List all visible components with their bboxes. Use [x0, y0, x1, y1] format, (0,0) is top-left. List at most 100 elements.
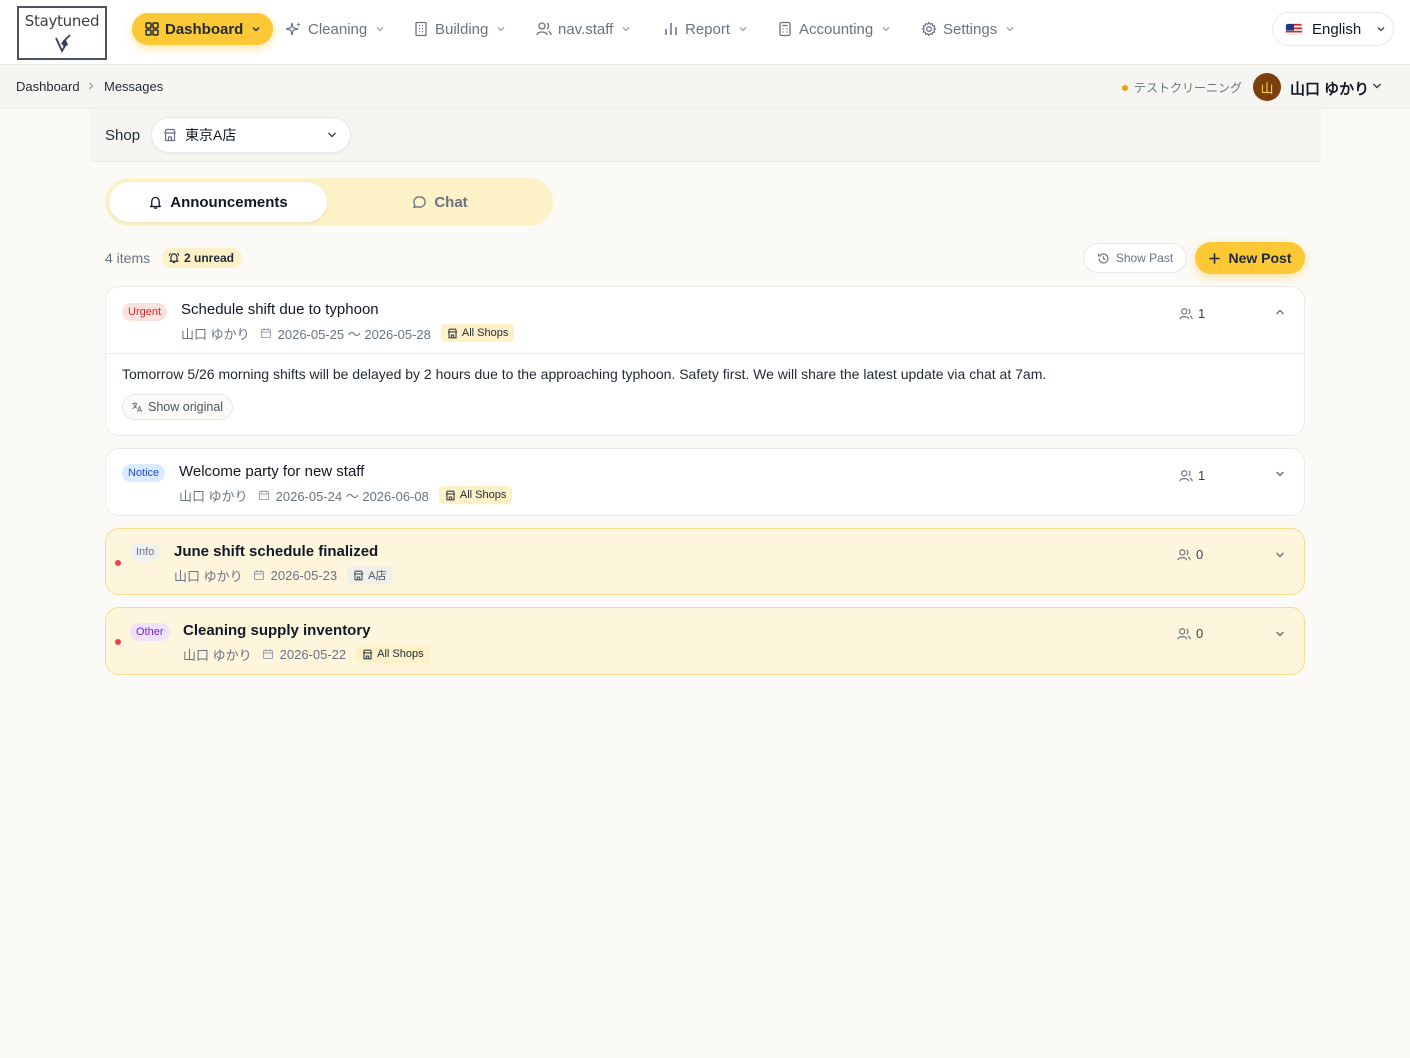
- announcement-card[interactable]: Other Cleaning supply inventory 山口 ゆかり 2…: [105, 607, 1305, 675]
- message-tabs: Announcements Chat: [105, 178, 553, 226]
- shop-tag: A店: [347, 566, 393, 584]
- organization-indicator: テストクリーニング: [1122, 79, 1242, 96]
- announcement-title: Schedule shift due to typhoon: [181, 301, 379, 318]
- unread-dot: [115, 639, 121, 645]
- nav-accounting[interactable]: Accounting: [767, 13, 901, 45]
- calendar-icon: [262, 649, 273, 660]
- bar-chart-icon: [665, 23, 677, 35]
- organization-name: テストクリーニング: [1134, 81, 1243, 95]
- show-original-button[interactable]: Show original: [122, 394, 234, 420]
- nav-building[interactable]: Building: [403, 13, 516, 45]
- shop-select[interactable]: 東京A店: [151, 117, 351, 153]
- shop-label: Shop: [105, 127, 141, 144]
- read-count-value: 0: [1196, 547, 1204, 562]
- staytuned-logo[interactable]: Staytuned: [17, 6, 107, 60]
- gear-icon: [921, 21, 937, 37]
- sparkles-icon: [286, 22, 301, 36]
- chevron-down-icon: [376, 27, 384, 32]
- announcement-meta: 山口 ゆかり 2026-05-24 〜 2026-06-08 All Shops: [179, 486, 513, 504]
- chevron-down-icon: [882, 27, 890, 32]
- nav-building-label: Building: [435, 20, 489, 38]
- chevron-down-icon[interactable]: [1274, 468, 1286, 480]
- announcement-meta: 山口 ゆかり 2026-05-23 A店: [174, 566, 393, 584]
- read-count-value: 1: [1198, 468, 1206, 483]
- shop-select-value: 東京A店: [185, 127, 237, 143]
- chevron-down-icon[interactable]: [1274, 549, 1286, 561]
- read-count: 1: [1179, 468, 1205, 483]
- chevron-right-icon: [89, 82, 94, 90]
- chevron-down-icon[interactable]: [1371, 80, 1383, 92]
- calculator-icon: [779, 21, 791, 37]
- nav-report[interactable]: Report: [653, 13, 758, 45]
- nav-cleaning-label: Cleaning: [308, 20, 368, 38]
- read-count: 0: [1177, 626, 1203, 641]
- nav-dashboard-label: Dashboard: [165, 20, 244, 38]
- avatar[interactable]: 山: [1253, 73, 1281, 101]
- chevron-down-icon: [1377, 27, 1385, 32]
- users-icon: [1179, 469, 1193, 481]
- bell-icon: [150, 196, 162, 209]
- calendar-icon: [253, 570, 264, 581]
- nav-dashboard[interactable]: Dashboard: [132, 13, 274, 45]
- nav-accounting-label: Accounting: [799, 20, 874, 38]
- date: 2026-05-23: [270, 567, 338, 583]
- language-label: English: [1312, 20, 1362, 38]
- unread-count: 2 unread: [184, 251, 235, 265]
- read-count: 1: [1179, 306, 1205, 321]
- store-icon: [353, 570, 364, 580]
- nav-staff[interactable]: nav.staff: [526, 13, 641, 45]
- shop-tag-label: All Shops: [461, 327, 509, 339]
- show-past-label: Show Past: [1115, 251, 1174, 265]
- chevron-down-icon[interactable]: [1274, 628, 1286, 640]
- users-icon: [1177, 627, 1191, 639]
- tab-announcements[interactable]: Announcements: [109, 182, 327, 222]
- language-selector[interactable]: English: [1272, 12, 1394, 46]
- nav-cleaning[interactable]: Cleaning: [276, 13, 395, 45]
- new-post-button[interactable]: New Post: [1195, 242, 1305, 274]
- users-icon: [536, 22, 552, 36]
- chevron-up-icon[interactable]: [1274, 306, 1286, 318]
- unread-dot: [115, 560, 121, 566]
- breadcrumb-dashboard[interactable]: Dashboard: [16, 79, 80, 94]
- nav-settings[interactable]: Settings: [911, 13, 1025, 45]
- announcement-card[interactable]: Info June shift schedule finalized 山口 ゆか…: [105, 528, 1305, 595]
- shop-tag-label: A店: [368, 570, 387, 582]
- user-name[interactable]: 山口 ゆかり: [1290, 78, 1369, 99]
- store-icon: [164, 128, 176, 142]
- tab-announcements-label: Announcements: [170, 193, 288, 211]
- author-name: 山口 ゆかり: [179, 488, 248, 504]
- calendar-icon: [260, 328, 271, 339]
- announcement-meta: 山口 ゆかり 2026-05-25 〜 2026-05-28 All Shops: [181, 324, 515, 342]
- breadcrumb-messages: Messages: [104, 79, 164, 94]
- announcement-text: Tomorrow 5/26 morning shifts will be del…: [122, 366, 1047, 382]
- shop-tag: All Shops: [440, 324, 515, 342]
- chat-bubble-icon: [413, 195, 427, 208]
- dashboard-grid-icon: [145, 22, 159, 36]
- bell-ring-icon: [168, 252, 180, 264]
- announcement-header[interactable]: Urgent Schedule shift due to typhoon 山口 …: [106, 287, 1304, 353]
- category-badge: Notice: [122, 464, 166, 482]
- announcement-title: Welcome party for new staff: [179, 463, 365, 480]
- plus-icon: [1209, 252, 1221, 264]
- nav-report-label: Report: [685, 20, 731, 38]
- users-icon: [1179, 307, 1193, 319]
- show-original-label: Show original: [148, 400, 224, 414]
- show-past-button[interactable]: Show Past: [1083, 243, 1187, 273]
- shop-tag-label: All Shops: [377, 648, 424, 660]
- tab-chat[interactable]: Chat: [331, 182, 549, 222]
- read-count: 0: [1177, 547, 1203, 562]
- announcement-card: Urgent Schedule shift due to typhoon 山口 …: [105, 286, 1305, 436]
- chevron-down-icon: [252, 27, 260, 32]
- author-name: 山口 ゆかり: [181, 326, 250, 342]
- shop-tag: All Shops: [438, 486, 513, 504]
- items-count: 4 items: [105, 250, 151, 266]
- category-badge: Info: [130, 543, 161, 561]
- building-icon: [415, 21, 427, 37]
- date: 2026-05-22: [279, 646, 347, 662]
- date-range: 2026-05-25 〜 2026-05-28: [277, 326, 431, 342]
- category-badge: Urgent: [122, 303, 168, 321]
- store-icon: [447, 328, 458, 338]
- shop-tag: All Shops: [356, 645, 430, 663]
- announcement-card[interactable]: Notice Welcome party for new staff 山口 ゆか…: [105, 448, 1305, 516]
- status-dot: [1122, 84, 1128, 91]
